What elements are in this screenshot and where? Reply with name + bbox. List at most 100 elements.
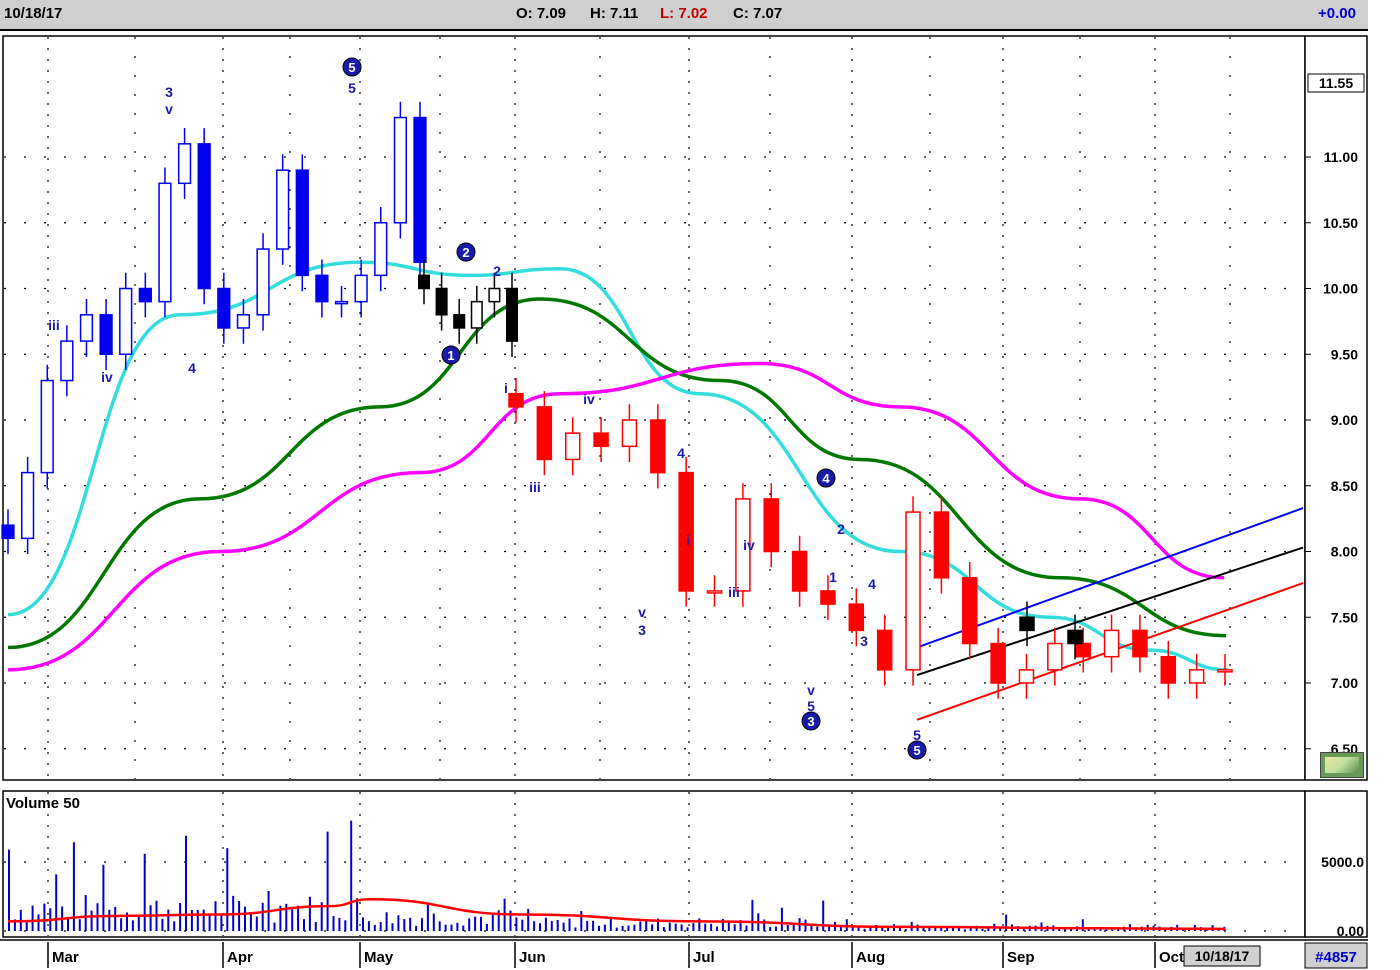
candle-body: [99, 314, 113, 355]
candle-body: [962, 577, 978, 645]
candle-body: [435, 287, 448, 316]
price-tick-label: 9.50: [1331, 346, 1358, 362]
month-label: Oct: [1159, 949, 1184, 966]
candle-body: [79, 314, 94, 342]
candle-body: [354, 274, 368, 303]
price-tick-label: 11.00: [1324, 149, 1358, 165]
candle-body: [564, 432, 581, 461]
candle-body: [650, 419, 666, 474]
candle-body: [990, 642, 1006, 684]
wave-label: 4: [677, 445, 685, 461]
wave-label: iv: [583, 391, 595, 407]
candle-body: [536, 406, 553, 461]
candle-body: [276, 169, 290, 250]
candle-body: [334, 300, 349, 305]
wave-label: 4: [822, 471, 830, 486]
price-tick-label: 9.00: [1331, 412, 1358, 428]
candle-body: [593, 432, 609, 448]
candle-body: [1, 524, 15, 540]
candle-body: [453, 314, 466, 329]
wave-label: iii: [728, 584, 740, 600]
candle-body: [820, 590, 836, 605]
candle-body: [177, 143, 192, 185]
wave-label: v: [807, 682, 815, 698]
candle-body: [295, 169, 309, 277]
candle-body: [933, 511, 950, 579]
wave-label: v: [638, 604, 646, 620]
wave-label: 3: [860, 633, 868, 649]
wave-label: iv: [101, 369, 113, 385]
candle-body: [60, 340, 74, 382]
candle-body: [508, 392, 524, 408]
candle-body: [374, 222, 388, 277]
wave-label: 3: [165, 84, 173, 100]
candle-body: [763, 498, 779, 553]
price-tick-label: 8.00: [1331, 544, 1358, 560]
price-tick-label: 7.50: [1331, 609, 1358, 625]
month-label: Jun: [519, 949, 546, 966]
wave-label: 4: [188, 360, 196, 376]
month-label: Mar: [52, 949, 79, 966]
candle-body: [315, 274, 329, 303]
candle-body: [138, 287, 152, 303]
price-tick-label: 7.00: [1331, 675, 1358, 691]
candle-body: [1018, 669, 1035, 684]
wave-label: iv: [743, 537, 755, 553]
candle-body: [470, 300, 483, 329]
candle-body: [119, 287, 133, 355]
candle-body: [417, 274, 431, 290]
candle-body: [1047, 642, 1063, 671]
candle-body: [393, 116, 408, 224]
price-tick-label: 10.00: [1323, 281, 1358, 297]
candle-body: [197, 143, 211, 290]
candle-body: [1019, 616, 1035, 632]
wave-label: 5: [348, 60, 355, 75]
month-label: Jul: [693, 949, 715, 966]
candle-body: [1075, 642, 1091, 658]
wave-label: 5: [348, 80, 356, 96]
candle-body: [848, 603, 865, 632]
wave-label: 3: [807, 714, 814, 729]
candle-body: [1067, 629, 1083, 645]
candle-body: [158, 182, 172, 303]
wave-label: 1: [447, 348, 454, 363]
candle-body: [1188, 669, 1205, 684]
date-box-label: 10/18/17: [1195, 948, 1250, 964]
candle-body: [20, 471, 35, 540]
wave-label: iii: [48, 317, 60, 333]
price-tick-label: 8.50: [1331, 478, 1358, 494]
wave-label: iii: [529, 479, 541, 495]
month-label: Apr: [227, 949, 253, 966]
month-label: May: [364, 949, 394, 966]
chart-thumbnail-icon[interactable]: [1320, 752, 1364, 778]
last-price-label: 11.55: [1319, 75, 1353, 91]
wave-label: 4: [868, 576, 876, 592]
stock-chart[interactable]: 553viiiiv4221iiiiivv34i iviiiv53421 4355 M…: [0, 0, 1400, 970]
wave-label: i: [504, 380, 508, 396]
candle-body: [413, 116, 427, 263]
candle-body: [217, 287, 231, 329]
candle-body: [236, 314, 251, 329]
candle-body: [876, 629, 893, 671]
candle-body: [1132, 629, 1148, 658]
candle-body: [488, 287, 501, 303]
wave-label: 2: [462, 245, 469, 260]
candle-body: [256, 248, 270, 316]
month-label: Sep: [1007, 949, 1035, 966]
volume-tick-label: 5000.0: [1321, 854, 1364, 870]
wave-label: 3: [638, 622, 646, 638]
candle-body: [1217, 669, 1233, 673]
volume-tick-label: 0.00: [1337, 923, 1364, 939]
price-axis: [1304, 35, 1368, 781]
candle-body: [40, 379, 54, 474]
candle-body: [505, 287, 519, 342]
candle-body: [1160, 655, 1177, 684]
wave-label: 5: [913, 743, 920, 758]
month-label: Aug: [856, 949, 885, 966]
candle-body: [905, 511, 921, 671]
candle-body: [791, 550, 808, 592]
volume-title: Volume 50: [6, 795, 80, 812]
wave-label: v: [165, 101, 173, 117]
wave-label: 2: [493, 263, 501, 279]
wave-label: 2: [837, 521, 845, 537]
